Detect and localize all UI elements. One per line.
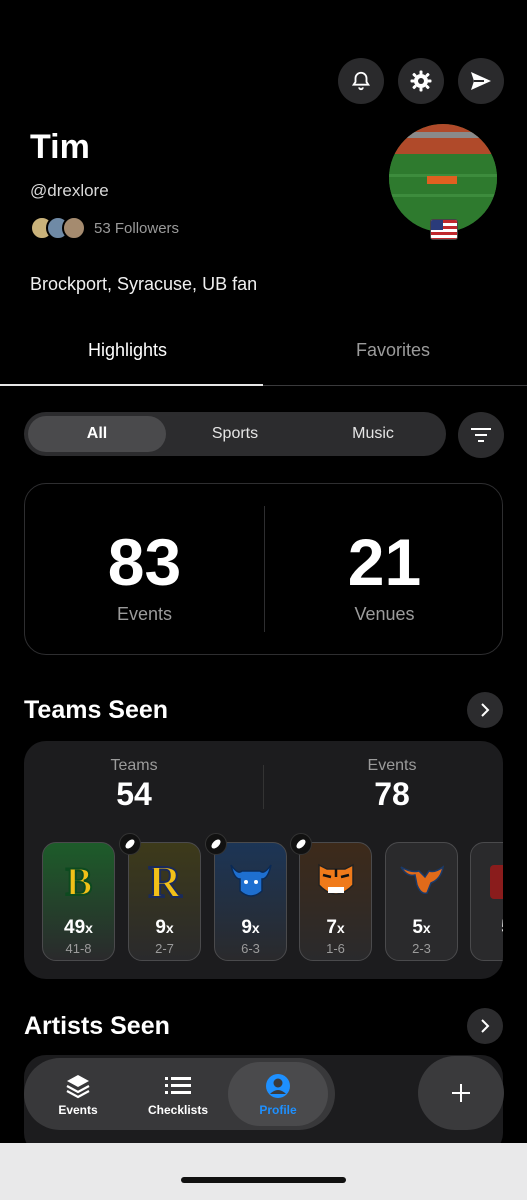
share-button[interactable] — [458, 58, 504, 104]
team-record: 1-6 — [326, 941, 345, 956]
venues-value: 21 — [347, 525, 422, 599]
team-record: 2-3 — [412, 941, 431, 956]
venues-stat[interactable]: 21 Venues — [265, 484, 504, 625]
team-visit-count: 9x — [155, 917, 174, 938]
profile-handle: @drexlore — [30, 181, 109, 200]
football-icon — [290, 833, 312, 855]
system-bottom-bar — [0, 1143, 527, 1200]
follower-avatar — [62, 216, 86, 240]
category-segment: All Sports Music — [24, 412, 446, 456]
teams-events-label: Events — [367, 757, 417, 774]
bull-logo — [230, 864, 272, 897]
team-record: 41-8 — [65, 941, 92, 956]
football-icon — [205, 833, 227, 855]
tab-active-indicator — [0, 384, 263, 386]
teams-value: 54 — [116, 776, 152, 812]
followers-link[interactable]: 53 Followers — [30, 216, 179, 240]
segment-all[interactable]: All — [28, 416, 166, 452]
team-record: 6-3 — [241, 941, 260, 956]
events-stat[interactable]: 83 Events — [25, 484, 264, 625]
moose-logo — [400, 865, 445, 895]
team-visit-count: 5x — [412, 917, 431, 938]
svg-text:R: R — [148, 856, 182, 905]
chevron-right-icon — [481, 1019, 490, 1033]
plus-icon — [452, 1084, 470, 1102]
profile-icon — [265, 1072, 291, 1100]
events-value: 83 — [107, 525, 182, 599]
teams-label: Teams — [110, 757, 158, 774]
team-card[interactable]: 5 4 — [470, 842, 503, 961]
settings-button[interactable] — [398, 58, 444, 104]
teams-events-value: 78 — [374, 776, 410, 812]
team-card[interactable]: 7x 1-6 — [290, 833, 372, 961]
svg-text:B: B — [66, 859, 93, 904]
teams-count-stat: Teams 54 — [24, 757, 244, 813]
stats-card: 83 Events 21 Venues — [24, 483, 503, 655]
tab-highlights[interactable]: Highlights — [88, 340, 167, 361]
profile-bio: Brockport, Syracuse, UB fan — [30, 274, 258, 294]
team-visit-count: 5 — [471, 917, 503, 939]
artists-seen-more-button[interactable] — [467, 1008, 503, 1044]
team-card[interactable]: 9x 6-3 — [205, 833, 287, 961]
tiger-logo — [318, 863, 354, 895]
team-card[interactable]: B 49x 41-8 — [42, 842, 115, 961]
nav-profile-label: Profile — [259, 1102, 297, 1117]
nav-events-label: Events — [58, 1102, 98, 1117]
team-record: 4 — [471, 941, 504, 956]
bell-icon — [351, 71, 371, 91]
football-icon — [119, 833, 141, 855]
segment-sports[interactable]: Sports — [166, 416, 304, 452]
filter-icon — [471, 428, 491, 442]
segment-music[interactable]: Music — [304, 416, 442, 452]
bottom-navigation: Events Checklists Profile — [24, 1058, 335, 1130]
teams-divider — [263, 765, 264, 809]
team-visit-count: 49x — [64, 917, 93, 938]
events-label: Events — [116, 604, 173, 624]
filter-button[interactable] — [458, 412, 504, 458]
red-team-logo — [490, 865, 503, 899]
brockport-b-logo: B — [65, 858, 94, 905]
team-card[interactable]: R 9x 2-7 — [119, 833, 201, 961]
profile-name: Tim — [30, 128, 90, 166]
avatar[interactable] — [389, 124, 497, 232]
nav-checklists[interactable]: Checklists — [128, 1062, 228, 1126]
teams-seen-more-button[interactable] — [467, 692, 503, 728]
team-card[interactable]: 5x 2-3 — [385, 842, 458, 961]
teams-events-stat: Events 78 — [282, 757, 502, 813]
add-button[interactable] — [418, 1056, 504, 1130]
home-indicator[interactable] — [181, 1177, 346, 1183]
layers-icon — [65, 1072, 91, 1100]
send-icon — [471, 72, 491, 90]
nav-events[interactable]: Events — [28, 1062, 128, 1126]
nav-checklists-label: Checklists — [147, 1102, 209, 1117]
artists-seen-title: Artists Seen — [24, 1012, 170, 1040]
nav-profile[interactable]: Profile — [228, 1062, 328, 1126]
team-visit-count: 9x — [241, 917, 260, 938]
team-visit-count: 7x — [326, 917, 345, 938]
tab-favorites[interactable]: Favorites — [356, 340, 430, 361]
venues-label: Venues — [354, 604, 415, 624]
teams-seen-card: Teams 54 Events 78 B 49x 41-8 R 9x 2-7 9… — [24, 741, 503, 979]
list-icon — [165, 1072, 191, 1100]
gear-icon — [410, 70, 432, 92]
notifications-button[interactable] — [338, 58, 384, 104]
followers-count: 53 Followers — [94, 219, 180, 237]
r-logo: R — [147, 855, 183, 905]
teams-seen-title: Teams Seen — [24, 696, 169, 724]
chevron-right-icon — [481, 703, 490, 717]
us-flag-icon — [430, 219, 458, 240]
team-record: 2-7 — [155, 941, 174, 956]
